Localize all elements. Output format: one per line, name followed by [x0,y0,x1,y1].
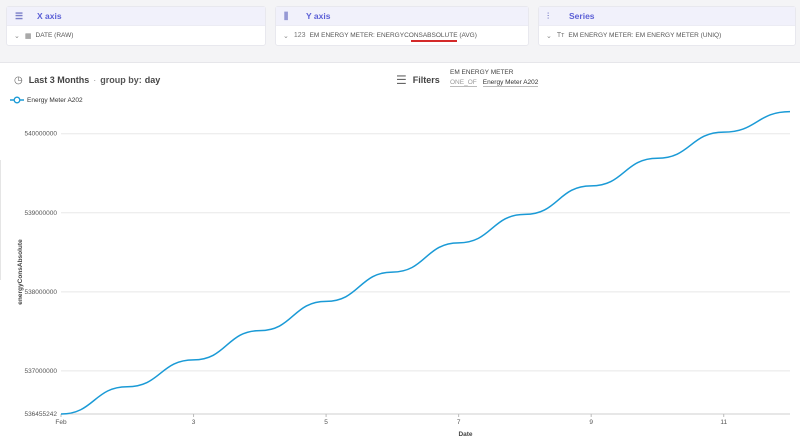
x-axis-title: Date [458,431,472,438]
series-value: EM ENERGY METER: EM ENERGY METER (UNIQ) [568,32,722,39]
y-axis-value: EM ENERGY METER: ENERGYCONSABSOLUTE (AVG… [309,32,477,39]
x-tick-label: 9 [589,419,593,426]
calendar-icon: ▦ [24,32,32,40]
time-range-control[interactable]: ◷ Last 3 Months · group by: day [14,70,160,90]
series-line [60,110,791,415]
list-icon: ☰ [15,10,24,21]
filter-operator[interactable]: ONE_OF [450,79,477,87]
highlight-underline [411,40,457,42]
filter-chip[interactable]: EM ENERGY METER ONE_OF Energy Meter A202 [450,69,539,87]
y-tick-label: 539000000 [24,210,57,217]
bars-icon: ⫼ [284,10,289,21]
x-axis-field[interactable]: ⌄ ▦ DATE (RAW) [7,26,265,45]
chevron-down-icon[interactable]: ⌄ [14,32,20,40]
x-axis-value: DATE (RAW) [35,32,74,39]
y-axis-field[interactable]: ⌄ 123 EM ENERGY METER: ENERGYCONSABSOLUT… [276,26,528,45]
series-title: Series [569,11,595,21]
x-tick-label: Feb [55,419,67,426]
time-range-label: Last 3 Months [28,75,90,85]
x-tick-label: 5 [324,419,328,426]
x-axis-title: X axis [37,11,62,21]
chart-icon: ⫶ [547,10,550,21]
number-type-icon: 123 [293,32,306,39]
series-field[interactable]: ⌄ Tт EM ENERGY METER: EM ENERGY METER (U… [539,26,795,45]
filter-icon: ☰ [396,73,407,87]
group-by-prefix: group by: [100,75,142,85]
query-config-bar: ☰ X axis ⌄ ▦ DATE (RAW) ⫼ Y axis ⌄ 123 E… [0,0,800,63]
series-header: ⫶ Series [539,7,795,26]
y-axis-card[interactable]: ⫼ Y axis ⌄ 123 EM ENERGY METER: ENERGYCO… [275,6,529,46]
text-type-icon: Tт [556,32,565,39]
y-tick-label: 538000000 [24,289,57,296]
y-axis-title: energyConsAbsolute [17,239,24,305]
filters-button[interactable]: ☰ Filters [396,70,440,90]
group-by-value: day [144,75,161,85]
clock-icon: ◷ [14,74,23,86]
line-chart: 536455242 537000000 538000000 539000000 5400… [17,110,791,438]
y-tick-label: 536455242 [24,411,57,418]
chevron-down-icon[interactable]: ⌄ [546,32,552,40]
x-axis-header: ☰ X axis [7,7,265,26]
filters-label: Filters [412,75,440,85]
y-axis-title: Y axis [306,11,331,21]
y-tick-label: 540000000 [24,131,57,138]
filter-value[interactable]: Energy Meter A202 [482,79,539,87]
x-tick-label: 7 [457,419,461,426]
y-tick-label: 537000000 [24,368,57,375]
filter-field: EM ENERGY METER [450,69,514,76]
x-tick-label: 3 [192,419,196,426]
x-tick-label: 11 [720,419,727,426]
x-axis-card[interactable]: ☰ X axis ⌄ ▦ DATE (RAW) [6,6,266,46]
chevron-down-icon[interactable]: ⌄ [283,32,289,40]
y-axis-header: ⫼ Y axis [276,7,528,26]
series-card[interactable]: ⫶ Series ⌄ Tт EM ENERGY METER: EM ENERGY… [538,6,796,46]
